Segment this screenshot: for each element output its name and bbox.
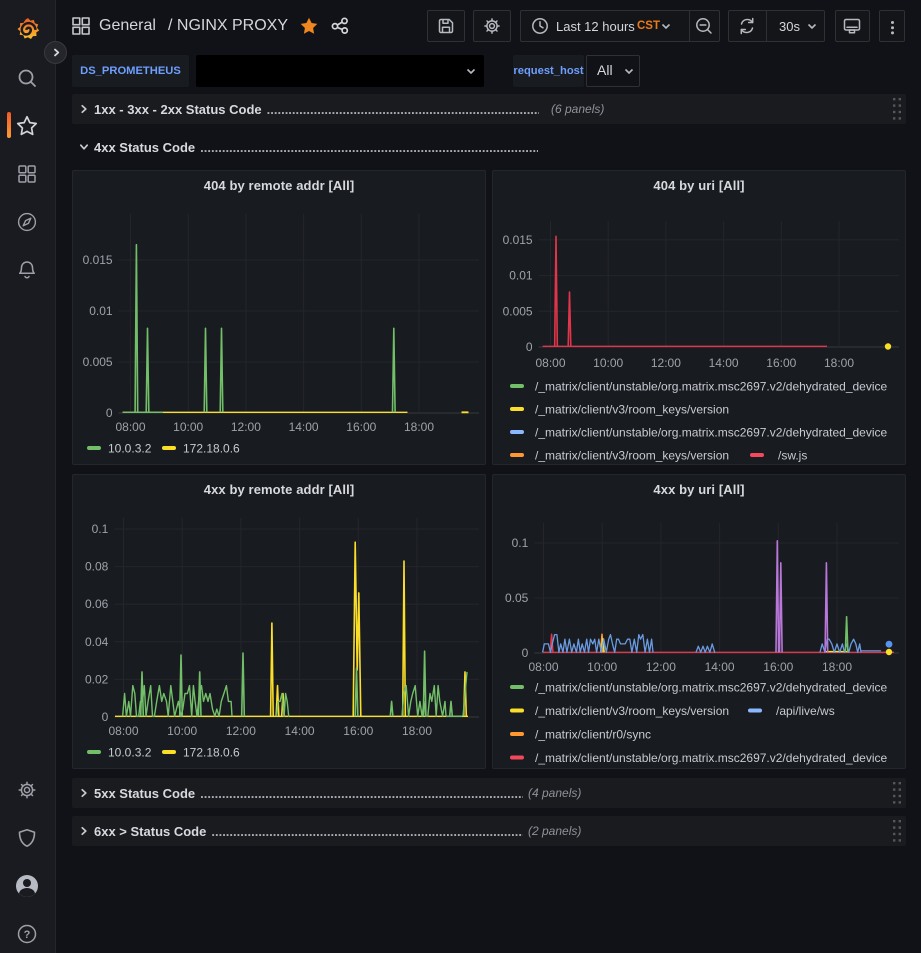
svg-text:18:00: 18:00 (404, 420, 434, 434)
svg-text:12:00: 12:00 (226, 724, 256, 738)
svg-text:10:00: 10:00 (593, 356, 623, 370)
svg-text:10:00: 10:00 (173, 420, 203, 434)
svg-text:10:00: 10:00 (167, 724, 197, 738)
svg-text:/_matrix/client/unstable/org.m: /_matrix/client/unstable/org.matrix.msc2… (535, 425, 888, 439)
svg-text:12:00: 12:00 (651, 356, 681, 370)
svg-text:0.005: 0.005 (503, 304, 533, 318)
svg-text:16:00: 16:00 (343, 724, 373, 738)
svg-text:08:00: 08:00 (535, 356, 565, 370)
svg-text:0.1: 0.1 (92, 522, 109, 536)
svg-text:0: 0 (526, 340, 533, 354)
svg-text:0.05: 0.05 (505, 591, 529, 605)
svg-text:0.01: 0.01 (89, 304, 113, 318)
svg-text:10.0.3.2: 10.0.3.2 (108, 441, 152, 455)
svg-text:18:00: 18:00 (824, 356, 854, 370)
svg-text:0.1: 0.1 (512, 536, 529, 550)
svg-text:/_matrix/client/v3/room_keys/v: /_matrix/client/v3/room_keys/version (535, 402, 729, 416)
svg-text:18:00: 18:00 (402, 724, 432, 738)
svg-text:172.18.0.6: 172.18.0.6 (183, 745, 240, 759)
svg-text:14:00: 14:00 (285, 724, 315, 738)
svg-text:08:00: 08:00 (108, 724, 138, 738)
svg-text:0.01: 0.01 (509, 269, 533, 283)
svg-text:/_matrix/client/v3/room_keys/v: /_matrix/client/v3/room_keys/version (535, 448, 729, 462)
svg-text:/_matrix/client/unstable/org.m: /_matrix/client/unstable/org.matrix.msc2… (535, 680, 888, 694)
svg-text:0.04: 0.04 (85, 635, 109, 649)
svg-text:0.02: 0.02 (85, 672, 109, 686)
svg-text:0: 0 (522, 646, 529, 660)
svg-text:0.06: 0.06 (85, 597, 109, 611)
svg-text:0.015: 0.015 (503, 233, 533, 247)
svg-text:08:00: 08:00 (528, 660, 558, 674)
svg-text:?: ? (24, 929, 31, 941)
svg-text:0: 0 (106, 406, 113, 420)
svg-text:/api/live/ws: /api/live/ws (776, 704, 835, 718)
svg-text:0.015: 0.015 (83, 253, 113, 267)
svg-text:16:00: 16:00 (346, 420, 376, 434)
svg-text:/_matrix/client/unstable/org.m: /_matrix/client/unstable/org.matrix.msc2… (535, 751, 888, 765)
svg-text:/_matrix/client/r0/sync: /_matrix/client/r0/sync (535, 727, 651, 741)
svg-text:10:00: 10:00 (587, 660, 617, 674)
svg-text:10.0.3.2: 10.0.3.2 (108, 745, 152, 759)
svg-text:0: 0 (102, 710, 109, 724)
svg-text:08:00: 08:00 (115, 420, 145, 434)
svg-text:12:00: 12:00 (231, 420, 261, 434)
svg-text:12:00: 12:00 (646, 660, 676, 674)
svg-text:16:00: 16:00 (766, 356, 796, 370)
svg-text:172.18.0.6: 172.18.0.6 (183, 441, 240, 455)
svg-text:/sw.js: /sw.js (778, 448, 807, 462)
svg-text:/_matrix/client/v3/room_keys/v: /_matrix/client/v3/room_keys/version (535, 704, 729, 718)
svg-text:16:00: 16:00 (763, 660, 793, 674)
svg-text:0.005: 0.005 (83, 355, 113, 369)
svg-text:0.08: 0.08 (85, 560, 109, 574)
svg-text:14:00: 14:00 (709, 356, 739, 370)
svg-text:18:00: 18:00 (822, 660, 852, 674)
svg-text:/_matrix/client/unstable/org.m: /_matrix/client/unstable/org.matrix.msc2… (535, 379, 888, 393)
svg-text:14:00: 14:00 (289, 420, 319, 434)
svg-text:14:00: 14:00 (705, 660, 735, 674)
